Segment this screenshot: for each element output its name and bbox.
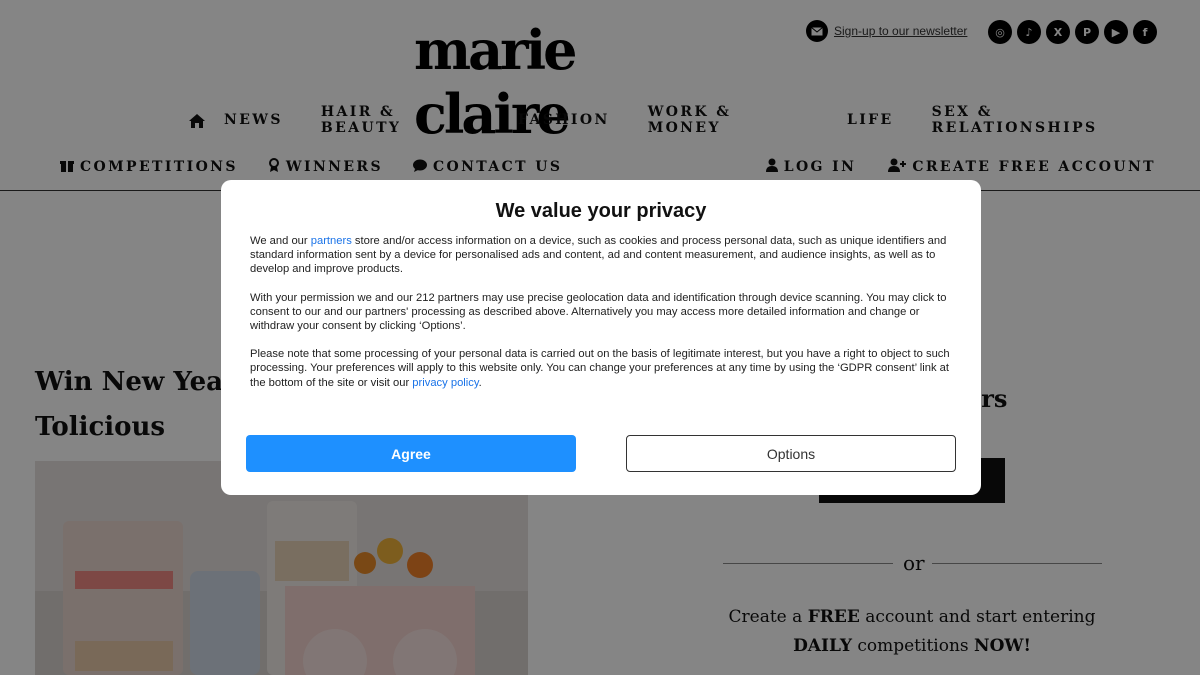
- options-button[interactable]: Options: [626, 435, 956, 472]
- privacy-policy-link[interactable]: privacy policy: [412, 377, 478, 389]
- consent-body: We and our partners store and/or access …: [250, 234, 955, 404]
- agree-button[interactable]: Agree: [246, 435, 576, 472]
- consent-title: We value your privacy: [495, 200, 707, 222]
- consent-paragraph-2: With your permission we and our 212 part…: [250, 291, 947, 333]
- partners-link[interactable]: partners: [311, 235, 352, 247]
- consent-paragraph-1: We and our partners store and/or access …: [250, 235, 947, 276]
- consent-paragraph-3: Please note that some processing of your…: [250, 348, 950, 389]
- privacy-consent-dialog: We value your privacy We and our partner…: [221, 180, 981, 495]
